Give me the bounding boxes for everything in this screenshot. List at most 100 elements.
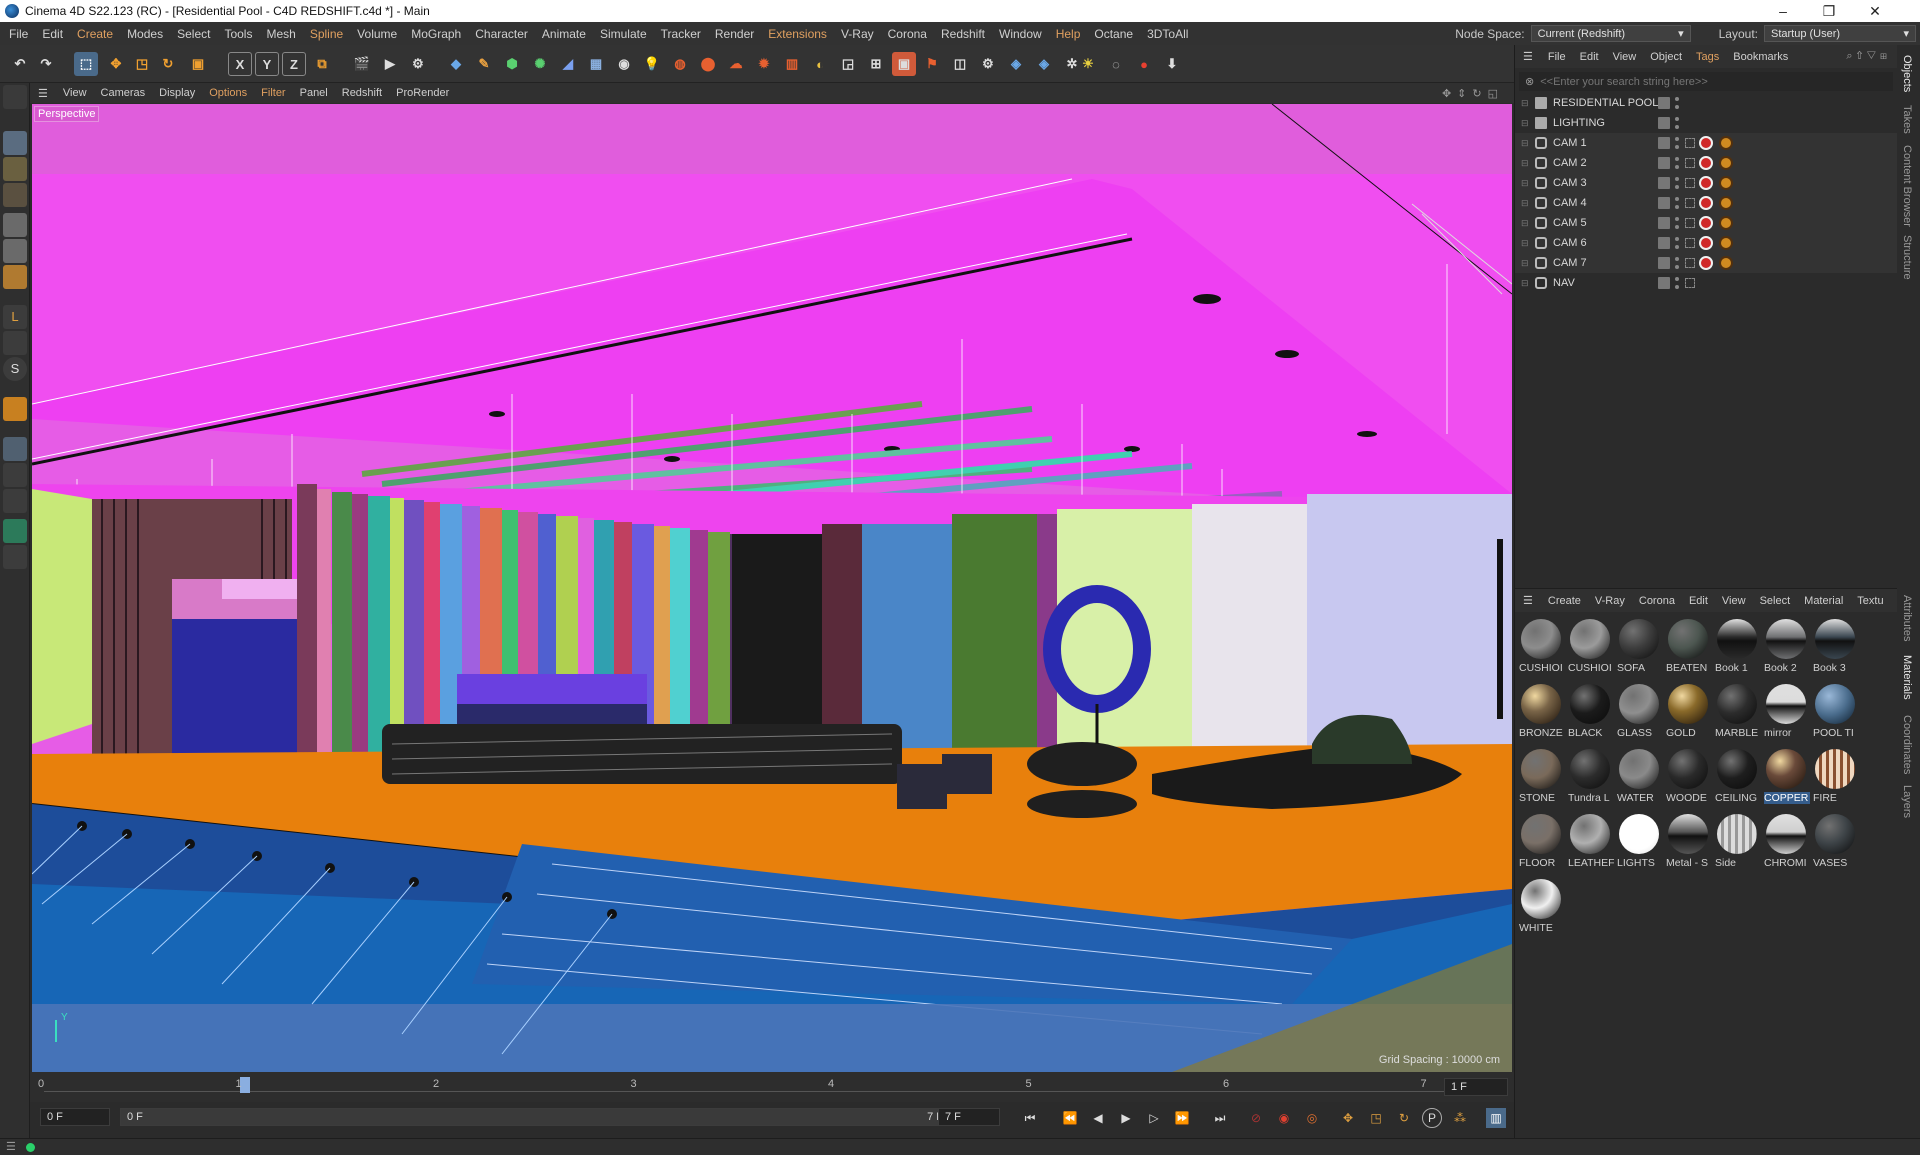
material-swatch[interactable]: WOODE <box>1666 747 1710 809</box>
tab-attributes[interactable]: Attributes <box>1901 595 1913 641</box>
material-swatch[interactable]: STONE <box>1519 747 1563 809</box>
rotate-icon[interactable]: ↻ <box>156 52 180 76</box>
layer-checkbox-icon[interactable] <box>1658 137 1670 149</box>
timeline-window-icon[interactable]: ▥ <box>1486 1108 1506 1128</box>
protection-tag-icon[interactable] <box>1719 156 1733 170</box>
material-swatch[interactable]: Side <box>1715 812 1759 874</box>
material-swatch[interactable]: Metal - S <box>1666 812 1710 874</box>
object-row[interactable]: ⊟ LIGHTING <box>1515 113 1897 133</box>
material-swatch[interactable]: mirror <box>1764 682 1808 744</box>
hamburger-icon[interactable]: ☰ <box>1523 594 1533 607</box>
redo-icon[interactable]: ↷ <box>34 52 58 76</box>
key-position-icon[interactable]: ✥ <box>1338 1108 1358 1128</box>
viewport-camera-label[interactable]: Perspective <box>34 106 100 122</box>
render-picture-viewer-icon[interactable]: ▶ <box>378 52 402 76</box>
material-swatch[interactable]: LIGHTS <box>1617 812 1661 874</box>
viewport-menu-prorender[interactable]: ProRender <box>389 87 456 99</box>
visibility-dots-icon[interactable] <box>1675 157 1681 169</box>
tab-takes[interactable]: Takes <box>1901 105 1913 134</box>
model-mode-icon[interactable] <box>3 131 27 155</box>
download-icon[interactable]: ⬇ <box>1160 52 1184 76</box>
expand-icon[interactable]: ⊟ <box>1521 238 1529 249</box>
plugin-a-icon[interactable]: ◈ <box>1004 52 1028 76</box>
object-menu-tags[interactable]: Tags <box>1689 51 1726 63</box>
viewport-menu-display[interactable]: Display <box>152 87 202 99</box>
tab-coordinates[interactable]: Coordinates <box>1901 715 1913 774</box>
record-disabled-icon[interactable]: ⊘ <box>1246 1108 1266 1128</box>
node-space-select[interactable]: Current (Redshift) ▾ <box>1530 25 1691 42</box>
menu-tracker[interactable]: Tracker <box>654 27 708 41</box>
lock-workplane-icon[interactable] <box>3 463 27 487</box>
menu-tools[interactable]: Tools <box>217 27 259 41</box>
target-tag-icon[interactable] <box>1685 278 1695 288</box>
live-selection-icon[interactable]: ⬚ <box>74 52 98 76</box>
material-swatch[interactable]: BLACK <box>1568 682 1612 744</box>
target-tag-icon[interactable] <box>1685 158 1695 168</box>
material-swatch[interactable]: SOFA <box>1617 617 1661 679</box>
object-row[interactable]: ⊟ CAM 5 <box>1515 213 1897 233</box>
redshift-camera-tag-icon[interactable] <box>1699 216 1713 230</box>
visibility-dots-icon[interactable] <box>1675 97 1681 109</box>
protection-tag-icon[interactable] <box>1719 216 1733 230</box>
key-parameter-icon[interactable]: P <box>1422 1108 1442 1128</box>
material-swatch[interactable]: CUSHIOI <box>1519 617 1563 679</box>
material-swatch[interactable]: BRONZE <box>1519 682 1563 744</box>
object-row[interactable]: ⊟ CAM 2 <box>1515 153 1897 173</box>
redshift-camera-tag-icon[interactable] <box>1699 136 1713 150</box>
menu-simulate[interactable]: Simulate <box>593 27 654 41</box>
move-icon[interactable]: ✥ <box>104 52 128 76</box>
menu-render[interactable]: Render <box>708 27 761 41</box>
viewport-menu-view[interactable]: View <box>56 87 94 99</box>
material-swatch[interactable]: GOLD <box>1666 682 1710 744</box>
floor-icon[interactable]: ▦ <box>584 52 608 76</box>
visibility-dots-icon[interactable] <box>1675 277 1681 289</box>
viewport-nav-icons[interactable]: ✥⇕↻◱ <box>1442 87 1504 100</box>
protection-tag-icon[interactable] <box>1719 176 1733 190</box>
close-search-icon[interactable]: ⊗ <box>1525 75 1534 88</box>
y-axis-lock-icon[interactable]: Y <box>255 52 279 76</box>
misc-tool-icon[interactable] <box>3 545 27 569</box>
redshift-render-view-icon[interactable]: ◫ <box>948 52 972 76</box>
target-tag-icon[interactable] <box>1685 238 1695 248</box>
layer-checkbox-icon[interactable] <box>1658 277 1670 289</box>
expand-icon[interactable]: ⊟ <box>1521 98 1529 109</box>
object-name[interactable]: CAM 1 <box>1553 137 1587 149</box>
next-frame-icon[interactable]: ▷ <box>1144 1108 1164 1128</box>
key-scale-icon[interactable]: ◳ <box>1366 1108 1386 1128</box>
deformer-icon[interactable]: ◢ <box>556 52 580 76</box>
redshift-material-icon[interactable]: ◐ <box>808 52 832 76</box>
hamburger-icon[interactable]: ☰ <box>6 1140 16 1153</box>
menu-volume[interactable]: Volume <box>350 27 404 41</box>
material-swatch[interactable]: Book 3 <box>1813 617 1857 679</box>
object-row[interactable]: ⊟ CAM 4 <box>1515 193 1897 213</box>
workplane-icon[interactable] <box>3 183 27 207</box>
layer-checkbox-icon[interactable] <box>1658 97 1670 109</box>
object-menu-edit[interactable]: Edit <box>1573 51 1606 63</box>
layer-checkbox-icon[interactable] <box>1658 257 1670 269</box>
grid-icon[interactable] <box>3 437 27 461</box>
layer-checkbox-icon[interactable] <box>1658 117 1670 129</box>
menu-file[interactable]: File <box>2 27 35 41</box>
redshift-light-icon[interactable]: ⬤ <box>696 52 720 76</box>
redshift-camera-tag-icon[interactable] <box>1699 236 1713 250</box>
material-swatch[interactable]: POOL TI <box>1813 682 1857 744</box>
target-tag-icon[interactable] <box>1685 198 1695 208</box>
frame-range-slider[interactable]: 0 F 7 F <box>120 1108 950 1126</box>
scale-icon[interactable]: ◳ <box>130 52 154 76</box>
protection-tag-icon[interactable] <box>1719 236 1733 250</box>
snapshot-icon[interactable]: ◲ <box>836 52 860 76</box>
target-tag-icon[interactable] <box>1685 138 1695 148</box>
menu-extensions[interactable]: Extensions <box>761 27 834 41</box>
redshift-settings-icon[interactable]: ⚙ <box>976 52 1000 76</box>
redshift-volume-icon[interactable]: ▥ <box>780 52 804 76</box>
visibility-dots-icon[interactable] <box>1675 137 1681 149</box>
play-icon[interactable]: ▶ <box>1116 1108 1136 1128</box>
material-swatch[interactable]: COPPER <box>1764 747 1810 809</box>
object-search-input[interactable] <box>1540 75 1893 88</box>
object-row[interactable]: ⊟ CAM 3 <box>1515 173 1897 193</box>
visibility-dots-icon[interactable] <box>1675 237 1681 249</box>
layer-checkbox-icon[interactable] <box>1658 217 1670 229</box>
object-row[interactable]: ⊟ CAM 6 <box>1515 233 1897 253</box>
menu-redshift[interactable]: Redshift <box>934 27 992 41</box>
close-window-button[interactable]: ✕ <box>1852 0 1898 22</box>
